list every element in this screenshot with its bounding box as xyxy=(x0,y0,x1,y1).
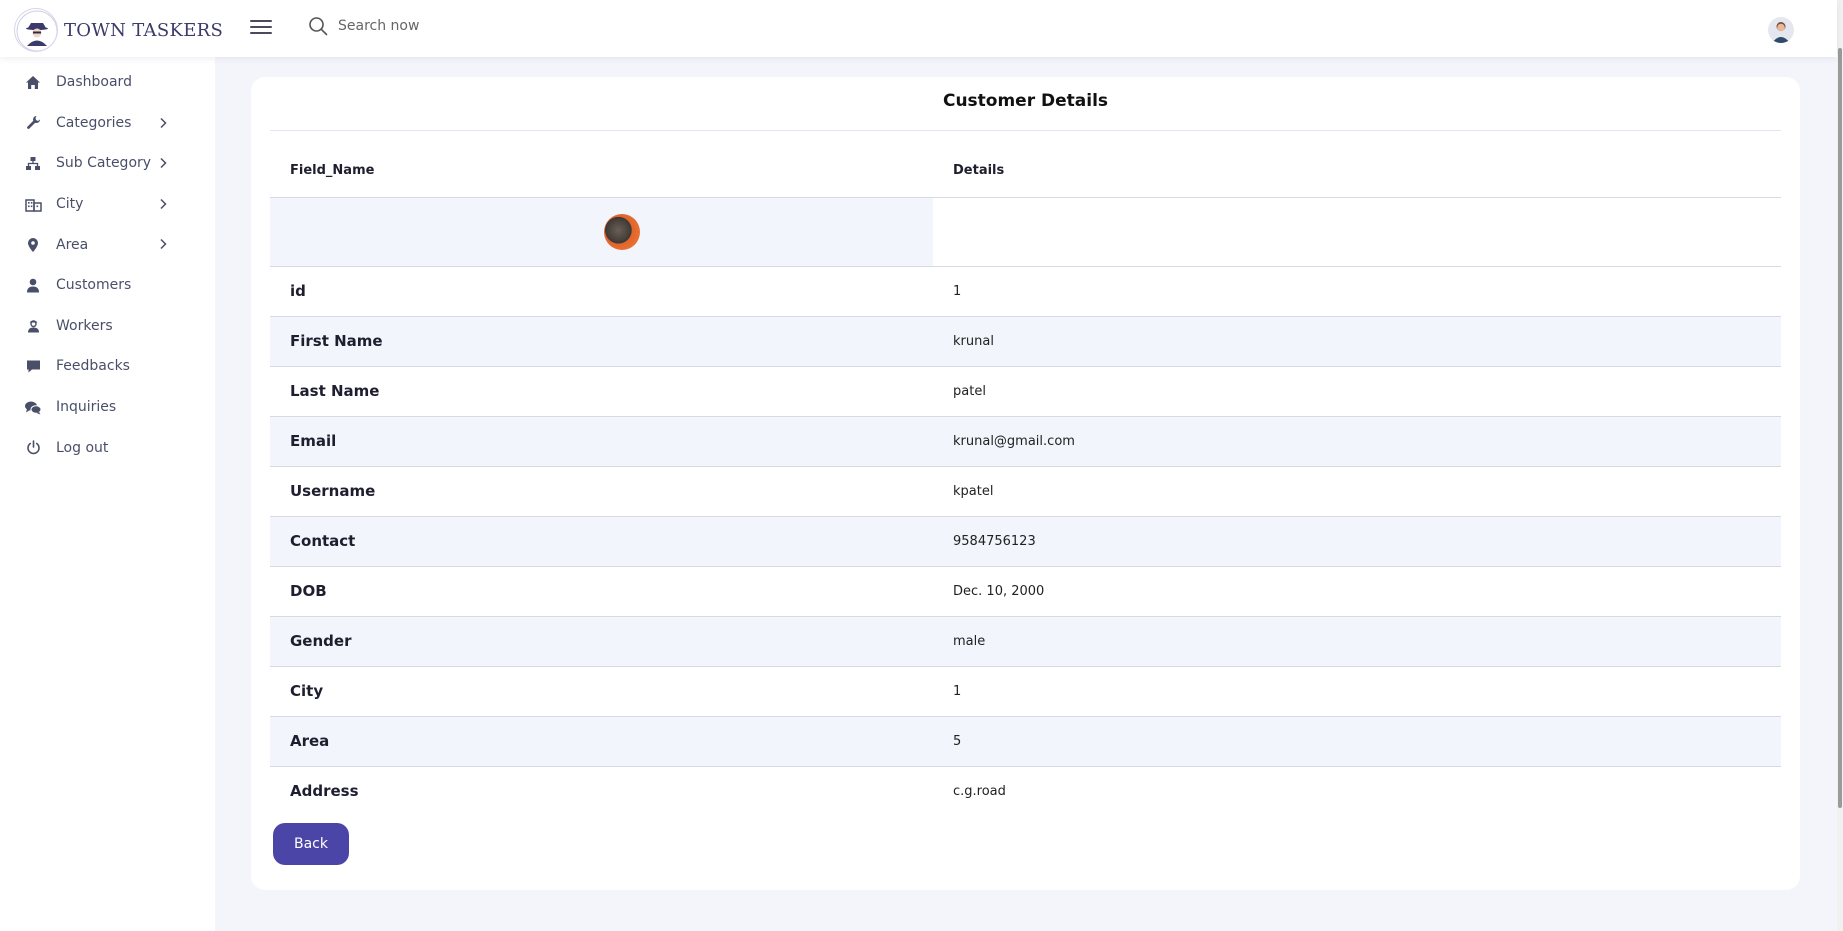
sidebar-item-label: Dashboard xyxy=(56,74,132,91)
field-name-cell: City xyxy=(270,666,933,717)
field-name-cell: Contact xyxy=(270,516,933,567)
sidebar-item-feedbacks[interactable]: Feedbacks xyxy=(0,346,215,387)
sidebar-item-label: Sub Category xyxy=(56,155,152,172)
table-row: id 1 xyxy=(270,266,1781,317)
home-icon xyxy=(24,73,42,91)
sidebar-item-workers[interactable]: Workers xyxy=(0,306,215,347)
sidebar-item-label: Workers xyxy=(56,317,113,334)
building-icon xyxy=(24,195,42,213)
table-row: City 1 xyxy=(270,666,1781,717)
divider xyxy=(270,130,1781,131)
chevron-right-icon[interactable] xyxy=(158,198,168,210)
table-row: DOB Dec. 10, 2000 xyxy=(270,566,1781,617)
sidebar-item-label: Area xyxy=(56,236,89,253)
sidebar-item-label: Customers xyxy=(56,277,132,294)
table-row: Gender male xyxy=(270,616,1781,667)
sidebar-item-customers[interactable]: Customers xyxy=(0,265,215,306)
top-header: TOWN TASKERS xyxy=(0,0,1837,57)
search-icon[interactable] xyxy=(308,16,328,36)
sidebar-item-city[interactable]: City xyxy=(0,184,215,225)
back-button[interactable]: Back xyxy=(273,823,349,865)
sidebar-item-area[interactable]: Area xyxy=(0,224,215,265)
chevron-right-icon[interactable] xyxy=(158,157,168,169)
field-name-cell: Username xyxy=(270,466,933,517)
customer-details-card: Customer Details Field_Name Details id 1… xyxy=(251,77,1800,890)
brand-name: TOWN TASKERS xyxy=(64,19,224,41)
table-header-row: Field_Name Details xyxy=(270,145,1781,198)
sidebar-item-label: City xyxy=(56,196,84,213)
sidebar-item-inquiries[interactable]: Inquiries xyxy=(0,387,215,428)
field-value-cell: 1 xyxy=(933,666,1781,717)
sidebar-item-label: Feedbacks xyxy=(56,358,130,375)
field-value-cell: krunal xyxy=(933,316,1781,367)
table-row: Email krunal@gmail.com xyxy=(270,416,1781,467)
table-row-photo xyxy=(270,197,1781,267)
sitemap-icon xyxy=(24,154,42,172)
field-value-cell: patel xyxy=(933,366,1781,417)
field-name-cell: Address xyxy=(290,782,359,801)
map-pin-icon xyxy=(24,236,42,254)
comment-icon xyxy=(24,357,42,375)
sidebar-item-label: Categories xyxy=(56,114,132,131)
detective-logo-icon xyxy=(14,8,58,52)
field-name-cell: Gender xyxy=(270,616,933,667)
column-header-details: Details xyxy=(933,145,1781,198)
field-value-cell: c.g.road xyxy=(953,783,1006,799)
field-value-cell: 1 xyxy=(933,266,1781,317)
sidebar-item-categories[interactable]: Categories xyxy=(0,103,215,144)
scrollbar-thumb[interactable] xyxy=(1838,48,1842,808)
customer-photo xyxy=(604,213,640,250)
column-header-field-name: Field_Name xyxy=(270,145,933,198)
photo-detail-cell xyxy=(933,197,1781,267)
field-value-cell: kpatel xyxy=(933,466,1781,517)
field-value-cell: Dec. 10, 2000 xyxy=(933,566,1781,617)
table-row: Username kpatel xyxy=(270,466,1781,517)
field-value-cell: 5 xyxy=(933,716,1781,767)
table-row: Area 5 xyxy=(270,716,1781,767)
user-icon xyxy=(24,276,42,294)
sidebar: Dashboard Categories Sub Category City A… xyxy=(0,57,215,931)
field-value-cell: male xyxy=(933,616,1781,667)
sidebar-item-logout[interactable]: Log out xyxy=(0,427,215,468)
hamburger-menu-icon[interactable] xyxy=(250,20,272,38)
field-value-cell: 9584756123 xyxy=(933,516,1781,567)
chevron-right-icon[interactable] xyxy=(158,238,168,250)
brand-logo[interactable]: TOWN TASKERS xyxy=(14,8,223,52)
table-row: First Name krunal xyxy=(270,316,1781,367)
table-row: Address c.g.road xyxy=(270,766,1781,816)
photo-cell xyxy=(270,197,933,267)
field-name-cell: DOB xyxy=(270,566,933,617)
power-icon xyxy=(24,439,42,457)
field-name-cell: id xyxy=(270,266,933,317)
table-row: Contact 9584756123 xyxy=(270,516,1781,567)
comments-icon xyxy=(24,398,42,416)
field-name-cell: Area xyxy=(270,716,933,767)
sidebar-item-sub-category[interactable]: Sub Category xyxy=(0,143,215,184)
sidebar-item-dashboard[interactable]: Dashboard xyxy=(0,62,215,103)
table-row: Last Name patel xyxy=(270,366,1781,417)
search-bar xyxy=(308,16,558,36)
field-name-cell: Last Name xyxy=(270,366,933,417)
chevron-right-icon[interactable] xyxy=(158,117,168,129)
field-name-cell: Email xyxy=(270,416,933,467)
user-avatar-icon[interactable] xyxy=(1768,17,1794,43)
field-name-cell: First Name xyxy=(270,316,933,367)
customer-details-table: Field_Name Details id 1 First Name kruna… xyxy=(270,145,1781,816)
sidebar-item-label: Inquiries xyxy=(56,399,117,416)
page-title: Customer Details xyxy=(942,91,1109,111)
wrench-icon xyxy=(24,114,42,132)
field-value-cell: krunal@gmail.com xyxy=(933,416,1781,467)
worker-icon xyxy=(24,317,42,335)
search-input[interactable] xyxy=(338,18,558,34)
sidebar-item-label: Log out xyxy=(56,439,109,456)
